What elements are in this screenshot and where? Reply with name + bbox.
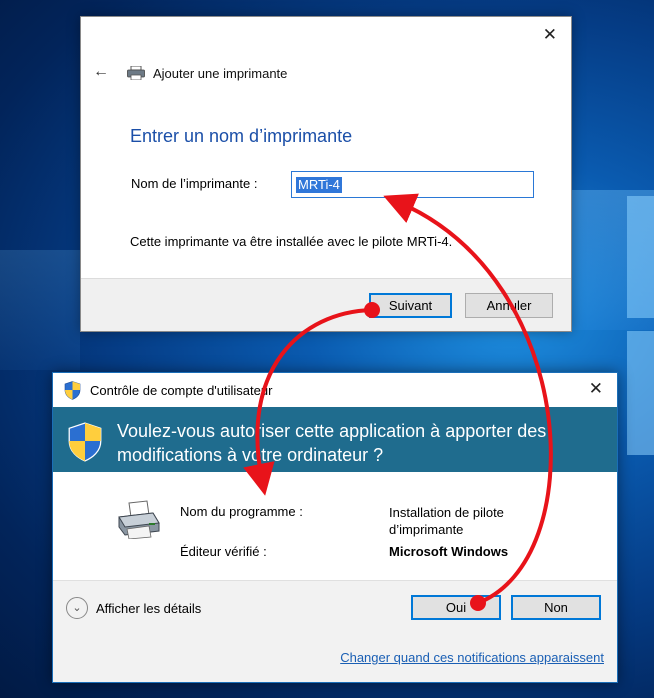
annotation-dot	[470, 595, 486, 611]
annotation-overlay	[243, 193, 553, 611]
annotation-arrow	[383, 193, 553, 605]
annotation-arrow	[243, 308, 373, 496]
annotation-dot	[364, 302, 380, 318]
